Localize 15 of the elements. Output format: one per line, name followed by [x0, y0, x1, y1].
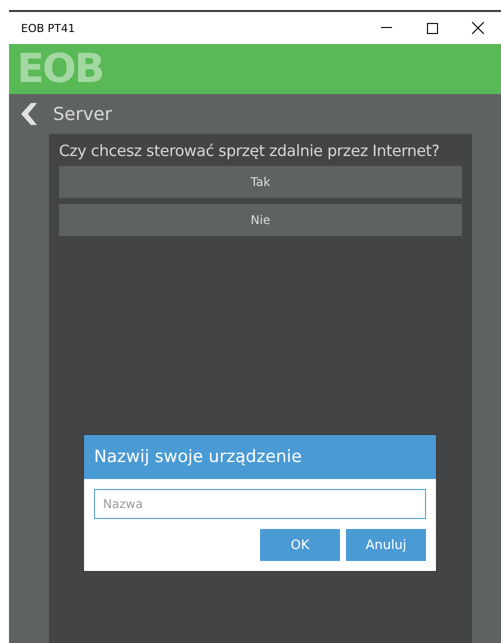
name-input[interactable]: Nazwa [94, 489, 426, 519]
close-icon [472, 22, 484, 34]
page-title: Server [53, 104, 112, 124]
maximize-icon [426, 22, 438, 34]
back-button[interactable] [19, 103, 39, 125]
option-button[interactable]: Tak [59, 166, 462, 198]
minimize-icon [380, 27, 392, 29]
logo: EOB [17, 49, 103, 89]
option-button[interactable]: Nie [59, 204, 462, 236]
question-text: Czy chcesz sterować sprzęt zdalnie przez Internet? [59, 142, 440, 160]
back-icon [19, 103, 39, 125]
dialog-title: Nazwij swoje urządzenie [84, 435, 436, 479]
cancel-button[interactable]: Anuluj [346, 529, 426, 561]
window-title: EOB PT41 [20, 22, 76, 34]
ok-button[interactable]: OK [260, 529, 340, 561]
